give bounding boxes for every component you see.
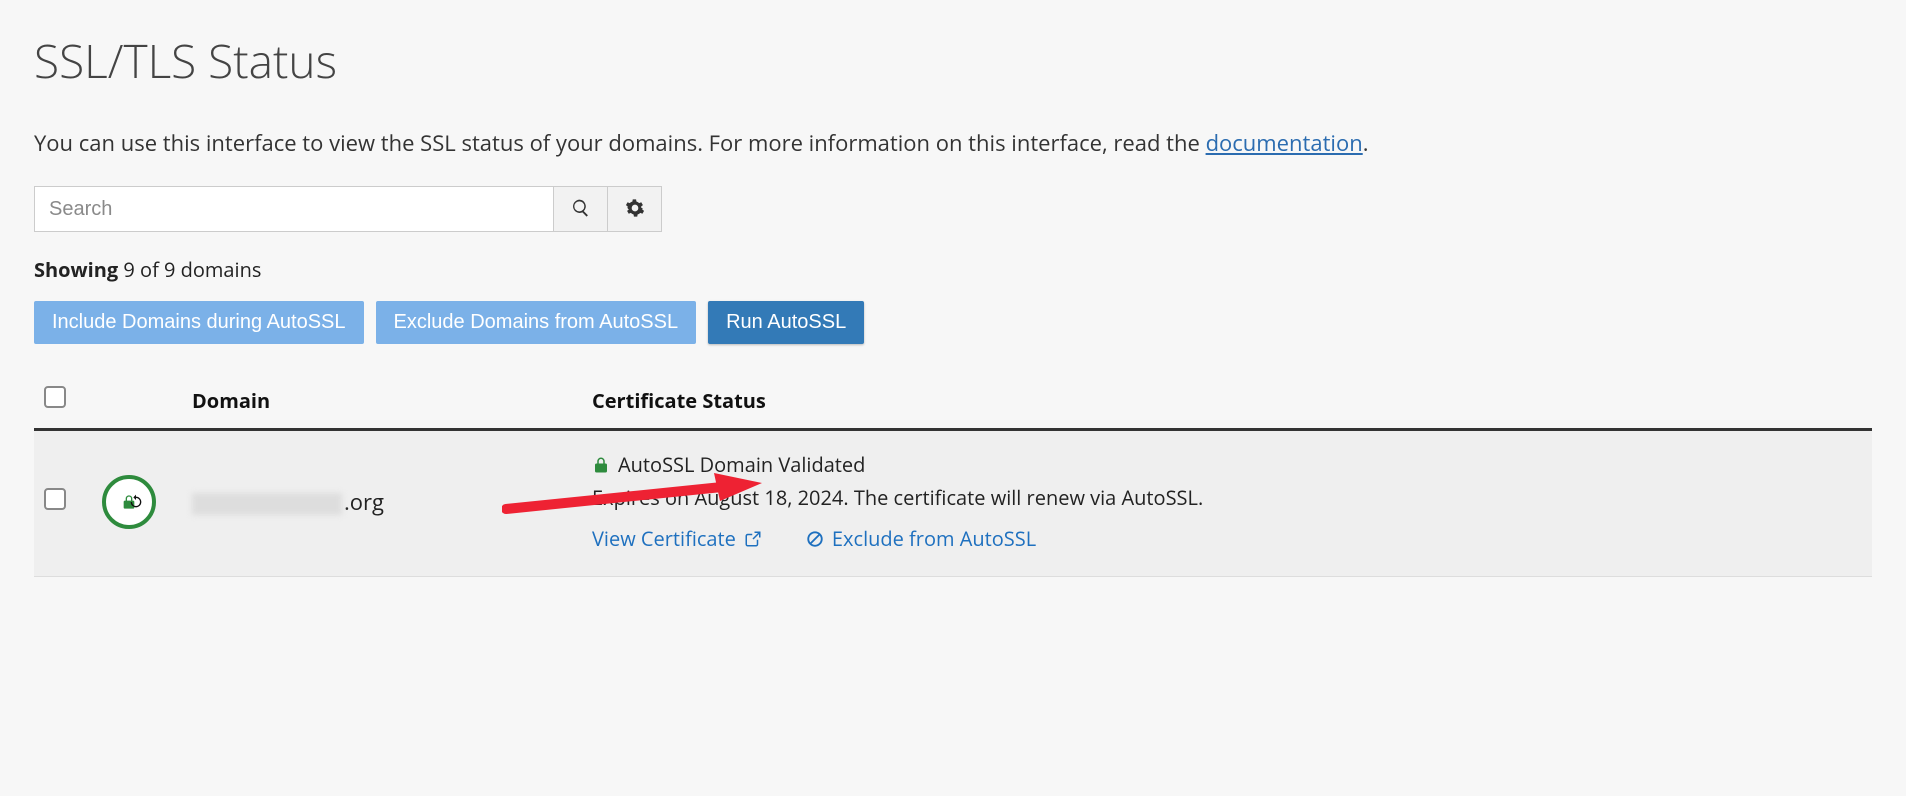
view-cert-label: View Certificate <box>592 525 736 552</box>
cert-expiry: Expires on August 18, 2024. The certific… <box>592 484 1864 511</box>
header-checkbox-col <box>34 374 94 430</box>
search-icon <box>571 198 591 221</box>
showing-count: Showing 9 of 9 domains <box>34 256 1872 283</box>
intro-suffix: . <box>1363 128 1369 158</box>
header-domain: Domain <box>184 374 584 430</box>
sync-icon <box>128 494 144 510</box>
showing-label: Showing <box>34 256 118 283</box>
domains-table: Domain Certificate Status .org <box>34 374 1872 577</box>
select-all-checkbox[interactable] <box>44 386 66 408</box>
gear-icon <box>625 198 645 221</box>
exclude-domains-button[interactable]: Exclude Domains from AutoSSL <box>376 301 697 344</box>
cert-status-line: AutoSSL Domain Validated <box>592 451 1864 478</box>
search-input[interactable] <box>34 186 554 232</box>
showing-text: 9 of 9 domains <box>118 256 261 283</box>
header-cert-status: Certificate Status <box>584 374 1872 430</box>
run-autossl-button[interactable]: Run AutoSSL <box>708 301 864 344</box>
intro-paragraph: You can use this interface to view the S… <box>34 128 1872 158</box>
ssl-status-icon <box>102 475 156 529</box>
row-checkbox[interactable] <box>44 488 66 510</box>
domain-tld: .org <box>344 487 384 517</box>
view-certificate-link[interactable]: View Certificate <box>592 525 762 552</box>
domain-name: .org <box>192 487 384 517</box>
page-title: SSL/TLS Status <box>34 30 1872 92</box>
cert-status-title: AutoSSL Domain Validated <box>618 451 865 478</box>
action-buttons: Include Domains during AutoSSL Exclude D… <box>34 301 1872 344</box>
intro-text: You can use this interface to view the S… <box>34 128 1206 158</box>
search-bar <box>34 186 1872 232</box>
include-domains-button[interactable]: Include Domains during AutoSSL <box>34 301 364 344</box>
lock-icon <box>592 456 610 474</box>
exclude-from-autossl-link[interactable]: Exclude from AutoSSL <box>806 525 1036 552</box>
settings-button[interactable] <box>608 186 662 232</box>
external-link-icon <box>744 530 762 548</box>
documentation-link[interactable]: documentation <box>1206 128 1363 158</box>
exclude-label: Exclude from AutoSSL <box>832 525 1036 552</box>
search-button[interactable] <box>554 186 608 232</box>
redacted-domain <box>192 493 342 515</box>
ban-icon <box>806 530 824 548</box>
header-icon-col <box>94 374 184 430</box>
table-row: .org AutoSSL Domain Validated Expires on… <box>34 430 1872 577</box>
